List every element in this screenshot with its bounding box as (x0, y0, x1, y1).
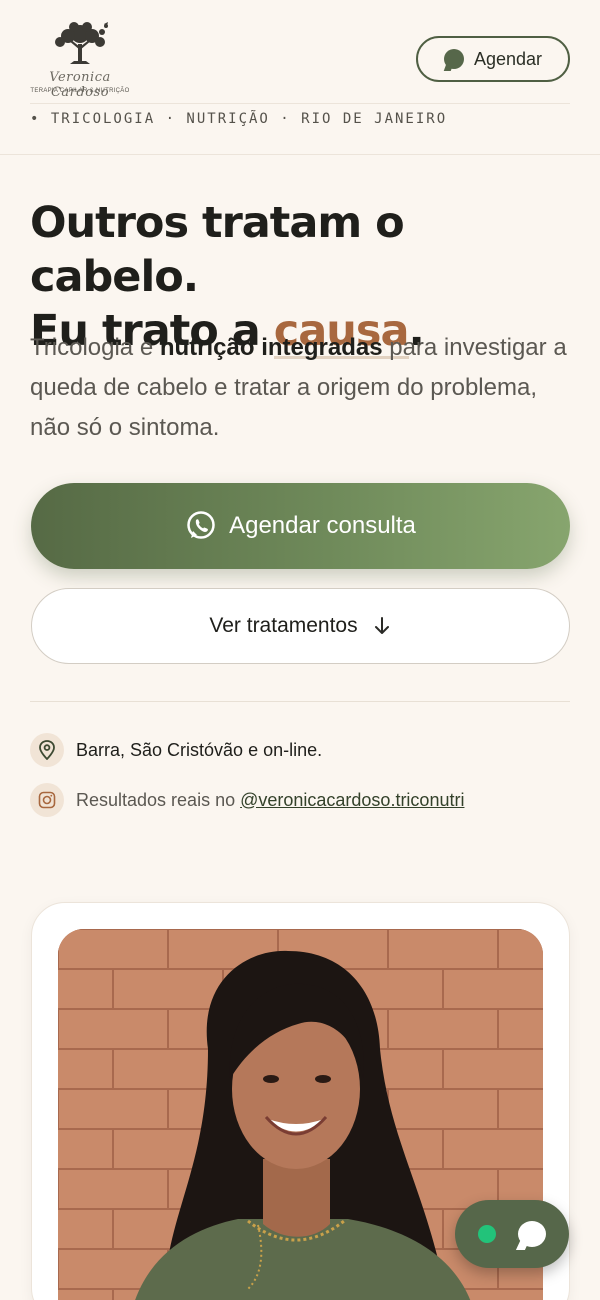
divider (0, 154, 600, 155)
specialty-tagline: • TRICOLOGIA · NUTRIÇÃO · RIO DE JANEIRO (30, 111, 448, 127)
brand-logo[interactable]: Veronica Cardoso TERAPIA CAPILAR & NUTRI… (30, 20, 130, 100)
header-agendar-label: Agendar (473, 48, 543, 69)
location-text: Barra, São Cristóvão e on-line. (76, 739, 323, 760)
ver-tratamentos-button[interactable]: Ver tratamentos (31, 588, 570, 664)
tree-logo-icon (55, 22, 108, 64)
divider (30, 701, 570, 702)
header-agendar-button[interactable]: Agendar (416, 36, 570, 82)
whatsapp-icon (187, 511, 215, 539)
site-header: Veronica Cardoso TERAPIA CAPILAR & NUTRI… (30, 0, 570, 104)
chat-bubble-icon (518, 1221, 546, 1247)
arrow-down-icon (374, 617, 389, 634)
brand-name: Veronica Cardoso (49, 70, 111, 100)
instagram-info: Resultados reais no @veronicacardoso.tri… (30, 783, 464, 817)
location-info: Barra, São Cristóvão e on-line. (30, 733, 322, 767)
ver-tratamentos-label: Ver tratamentos (209, 614, 358, 637)
online-status-icon (478, 1225, 496, 1243)
floating-chat-button[interactable] (455, 1200, 569, 1268)
hero-text-bold: nutrição integradas (159, 334, 383, 361)
chat-bubble-icon (443, 49, 464, 69)
hero-description: Tricologia e nutrição integradas para in… (30, 328, 575, 448)
instagram-link[interactable]: @veronicacardoso.triconutri (240, 790, 464, 810)
results-prefix: Resultados reais no (76, 789, 241, 810)
brand-subtitle: TERAPIA CAPILAR & NUTRIÇÃO (30, 88, 130, 94)
hero-title-line1: Outros tratam o cabelo. (30, 198, 405, 302)
agendar-consulta-button[interactable]: Agendar consulta (31, 483, 570, 569)
results-text: Resultados reais no @veronicacardoso.tri… (76, 790, 464, 811)
agendar-consulta-label: Agendar consulta (229, 512, 416, 539)
hero-text-prefix: Tricologia e (30, 334, 160, 361)
map-pin-icon (30, 733, 64, 767)
instagram-icon (30, 783, 64, 817)
